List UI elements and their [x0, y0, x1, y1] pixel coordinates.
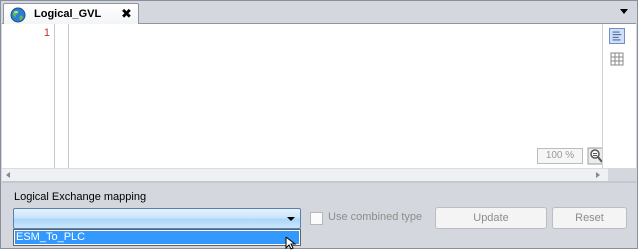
- tab-list-dropdown-icon[interactable]: [620, 9, 628, 14]
- mouse-cursor-icon: [285, 237, 297, 250]
- editor-window: Logical_GVL ✖ 1 100 % Logical Exchange m…: [0, 0, 638, 250]
- line-number-gutter: 1: [2, 24, 54, 168]
- scroll-right-icon[interactable]: [596, 172, 600, 178]
- use-combined-type-checkbox[interactable]: [310, 212, 323, 225]
- use-combined-type-label: Use combined type: [328, 211, 423, 223]
- chevron-down-icon[interactable]: [287, 217, 295, 221]
- code-area[interactable]: [69, 24, 602, 168]
- dropdown-option-esm-to-plc[interactable]: ESM_To_PLC: [15, 231, 299, 244]
- reset-button[interactable]: Reset: [552, 207, 627, 229]
- logical-exchange-mapping-combobox[interactable]: [13, 208, 301, 229]
- scroll-left-icon[interactable]: [6, 172, 10, 178]
- tab-strip: Logical_GVL ✖: [2, 2, 636, 25]
- close-icon[interactable]: ✖: [121, 7, 132, 21]
- tab-title: Logical_GVL: [34, 8, 102, 20]
- zoom-level[interactable]: 100 %: [537, 148, 583, 164]
- globe-icon: [10, 7, 26, 23]
- horizontal-scrollbar[interactable]: [2, 168, 608, 181]
- mapping-dropdown-list: ESM_To_PLC: [13, 229, 301, 246]
- logical-exchange-mapping-label: Logical Exchange mapping: [14, 191, 147, 203]
- declaration-table-view-icon[interactable]: [609, 51, 625, 67]
- declaration-text-view-icon[interactable]: [609, 28, 625, 44]
- declaration-editor: 1 100 %: [2, 24, 636, 168]
- line-number: 1: [43, 27, 50, 39]
- tab-logical-gvl[interactable]: Logical_GVL ✖: [3, 3, 139, 25]
- gutter-divider: [54, 24, 55, 168]
- panel-divider[interactable]: [2, 181, 636, 183]
- update-button[interactable]: Update: [435, 207, 547, 229]
- view-toolbar: [602, 24, 636, 168]
